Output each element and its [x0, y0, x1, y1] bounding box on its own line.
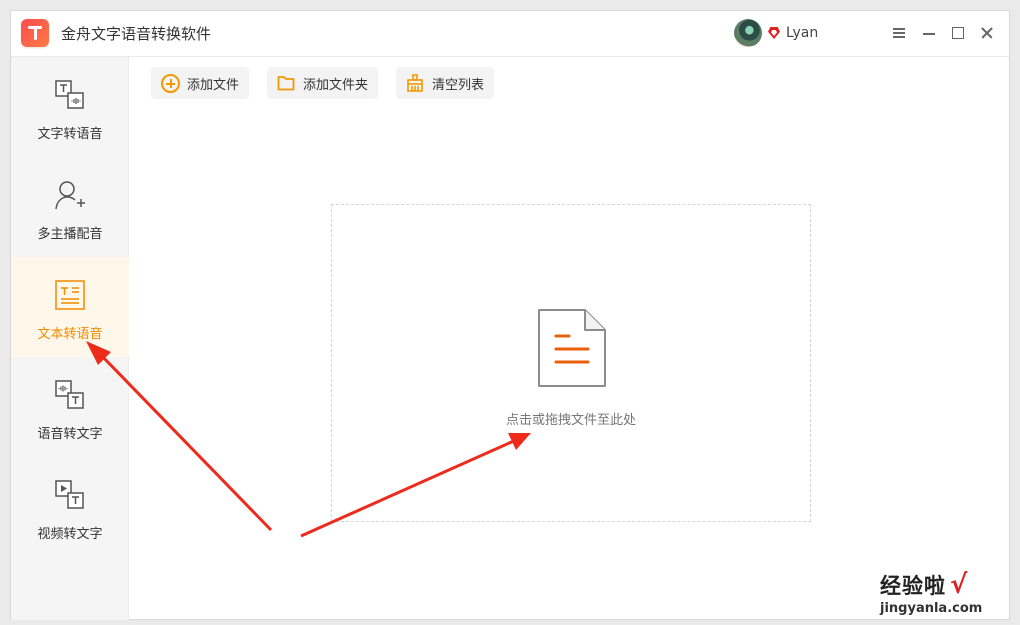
check-icon: √: [950, 570, 969, 600]
add-file-label: 添加文件: [187, 77, 240, 93]
add-user-icon: [54, 179, 86, 211]
broom-icon: [406, 74, 424, 92]
add-folder-button[interactable]: 添加文件夹: [267, 67, 379, 99]
maximize-icon[interactable]: [950, 25, 966, 41]
username[interactable]: Lyan: [786, 25, 818, 41]
drop-zone-hint: 点击或拖拽文件至此处: [505, 413, 636, 428]
watermark: 经验啦 √ jingyanla.com: [880, 570, 1016, 622]
speech-to-text-icon: [54, 379, 86, 411]
add-circle-icon: [161, 74, 180, 93]
video-to-text-icon: [54, 479, 86, 511]
file-drop-zone[interactable]: 点击或拖拽文件至此处: [331, 204, 811, 522]
sidebar-item-label: 语音转文字: [37, 427, 103, 442]
watermark-url: jingyanla.com: [880, 601, 983, 616]
sidebar-item-speech-to-text[interactable]: 语音转文字: [11, 357, 129, 457]
sidebar-item-label: 文字转语音: [37, 127, 103, 142]
sidebar-item-multi-voice[interactable]: 多主播配音: [11, 157, 129, 257]
avatar[interactable]: [734, 19, 762, 47]
watermark-text: 经验啦 √: [880, 570, 968, 600]
clear-list-label: 清空列表: [432, 77, 485, 93]
title-bar: 金舟文字语音转换软件 Lyan: [11, 11, 1009, 57]
sidebar-item-video-to-text[interactable]: 视频转文字: [11, 457, 129, 557]
app-window: 金舟文字语音转换软件 Lyan 文字转语音 多主播配音 文本转语音 语音转文字 …: [10, 10, 1010, 620]
sidebar-item-label: 多主播配音: [37, 227, 103, 242]
sidebar-item-label: 视频转文字: [37, 527, 103, 542]
sidebar: 文字转语音 多主播配音 文本转语音 语音转文字 视频转文字: [11, 57, 129, 620]
app-logo: [21, 19, 49, 47]
add-folder-label: 添加文件夹: [303, 77, 369, 93]
user-profile[interactable]: Lyan: [734, 19, 818, 47]
toolbar: 添加文件 添加文件夹 清空列表: [151, 67, 495, 99]
document-icon: [537, 308, 607, 388]
add-file-button[interactable]: 添加文件: [151, 67, 250, 99]
watermark-title: 经验啦: [880, 574, 946, 598]
sidebar-item-label: 文本转语音: [37, 327, 103, 342]
minimize-icon[interactable]: [921, 25, 937, 41]
close-icon[interactable]: [979, 25, 995, 41]
document-text-icon: [54, 279, 86, 311]
sidebar-item-document-to-speech[interactable]: 文本转语音: [11, 257, 129, 357]
sidebar-item-text-to-speech[interactable]: 文字转语音: [11, 57, 129, 157]
folder-icon: [277, 74, 295, 92]
menu-icon[interactable]: [891, 25, 907, 41]
clear-list-button[interactable]: 清空列表: [396, 67, 495, 99]
app-title: 金舟文字语音转换软件: [61, 25, 212, 43]
text-to-speech-icon: [54, 79, 86, 111]
vip-badge-icon: [768, 27, 780, 39]
